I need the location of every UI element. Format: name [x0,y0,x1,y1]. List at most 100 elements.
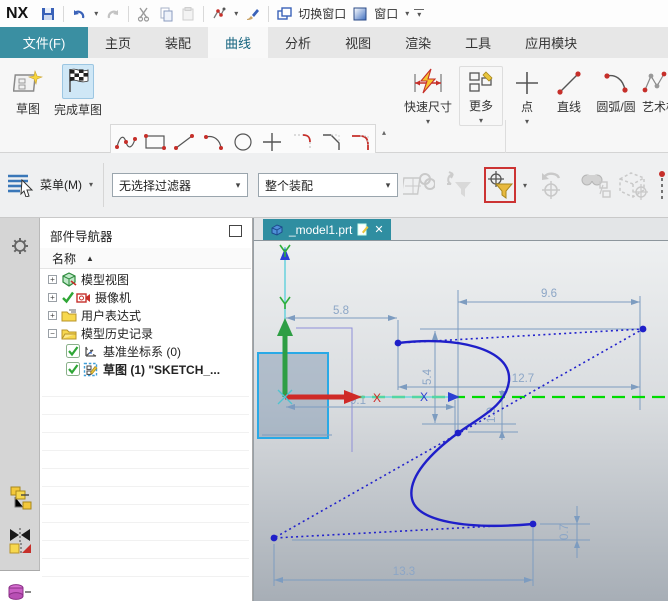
expander-icon[interactable]: + [48,274,57,284]
more-button[interactable]: 更多 ▾ [459,66,503,126]
part-tab[interactable]: _model1.prt ✕ [263,219,391,240]
window-button[interactable] [350,4,370,24]
selection-scope-combo[interactable]: 整个装配 ▾ [258,173,398,197]
tree-item-label: 基准坐标系 (0) [103,344,182,359]
expander-icon[interactable]: + [48,310,57,320]
studio-spline-button[interactable]: 艺术样条 [642,70,668,115]
rapid-dimension-button[interactable]: 快速尺寸 ▾ [400,68,456,126]
window-label[interactable]: 窗口 [374,5,398,22]
datum-point-button[interactable] [652,167,668,203]
snap-point-dropdown[interactable]: ▾ [231,9,241,18]
panel-float-button[interactable] [229,225,242,237]
gallery-up-arrow[interactable]: ▴ [382,128,386,137]
dimension-12-7[interactable]: 12.7 [512,373,534,385]
save-button[interactable] [38,4,58,24]
point-dropdown[interactable]: ▾ [522,117,532,126]
brush-icon [247,8,260,20]
spline-point-start[interactable] [394,339,402,347]
empty-row-line [42,450,249,451]
spline-point-3[interactable] [454,429,462,437]
customize-quick-access-dropdown[interactable]: ▾ [414,8,425,19]
tab-view[interactable]: 视图 [328,27,388,58]
menu-button[interactable]: 菜单(M) ▾ [6,171,96,197]
tree-item-datum-csys[interactable]: 基准坐标系 (0) [40,342,251,360]
arc-circle-button[interactable]: 圆弧/圆 [592,70,640,115]
tab-application[interactable]: 应用模块 [508,27,594,58]
sketch-canvas[interactable]: 5.8 9.6 12.7 5.4 9.1 1.9 0.7 13.3 X X [253,240,668,601]
switch-window-button[interactable] [274,4,294,24]
tree-item-cameras[interactable]: + 摄像机 [40,288,251,306]
tree-item-model-history[interactable]: − 模型历史记录 [40,324,251,342]
selection-scope-dropdown[interactable]: ▾ [379,180,397,191]
spline-point-end[interactable] [529,520,537,528]
rapid-dimension-dropdown[interactable]: ▾ [423,117,433,126]
tree-item-sketch[interactable]: 草图 (1) "SKETCH_... [40,360,251,378]
resource-bar-settings-button[interactable] [0,230,39,262]
finish-flag-icon [69,68,89,92]
tab-render[interactable]: 渲染 [388,27,448,58]
tree-item-user-expressions[interactable]: + 用户表达式 [40,306,251,324]
more-icon [469,71,493,92]
selection-filter-dropdown[interactable]: ▾ [229,180,247,191]
copy-button[interactable] [156,4,176,24]
redo-button[interactable] [103,4,123,24]
sketch-icon [13,69,43,92]
spline-point-4[interactable] [270,534,278,542]
save-icon [42,7,55,20]
dimension-5-4[interactable]: 5.4 [422,368,434,385]
dimension-5-8[interactable]: 5.8 [333,305,349,317]
spline-point-2[interactable] [639,325,647,333]
studio-spline-curve[interactable] [397,339,534,527]
undo-button[interactable] [69,4,89,24]
part-tab-title: _model1.prt [289,222,353,237]
navigator-column-header[interactable]: 名称 ▲ [40,248,251,269]
undo-dropdown[interactable]: ▾ [91,9,101,18]
tab-file[interactable]: 文件(F) [0,27,88,58]
nx-logo: NX [6,4,29,22]
undo-icon [73,9,85,18]
find-component-button[interactable] [578,167,612,203]
snap-point-filter-button[interactable] [484,167,516,203]
brush-button[interactable] [243,4,263,24]
cut-button[interactable] [134,4,154,24]
line-button[interactable]: 直线 [549,70,589,115]
dimension-13-3[interactable]: 13.3 [393,566,415,578]
part-navigator-button[interactable] [0,570,40,601]
checkbox-checked-icon[interactable] [66,344,80,358]
constraint-navigator-icon [9,528,31,554]
reset-orientation-button[interactable] [534,167,568,203]
constraint-navigator-button[interactable] [0,518,39,564]
tab-tools[interactable]: 工具 [448,27,508,58]
tab-home[interactable]: 主页 [88,27,148,58]
redo-icon [107,9,119,18]
window-icon [353,7,367,20]
dimension-9-6[interactable]: 9.6 [541,288,557,300]
selection-filter-combo[interactable]: 无选择过滤器 ▾ [112,173,248,197]
sketch-button[interactable]: 草图 [8,68,48,117]
tree-item-model-views[interactable]: + 模型视图 [40,270,251,288]
snap-point-button[interactable] [209,4,229,24]
tab-analysis[interactable]: 分析 [268,27,328,58]
collapser-icon[interactable]: − [48,328,57,338]
tab-curve[interactable]: 曲线 [208,27,269,58]
expander-icon[interactable]: + [48,292,57,302]
assembly-navigator-button[interactable] [0,476,39,522]
point-button[interactable]: 点 ▾ [510,70,544,126]
dimension-0-7[interactable]: 0.7 [559,524,571,540]
window-dropdown[interactable]: ▾ [402,9,412,18]
finish-sketch-button[interactable]: 完成草图 [52,64,104,118]
show-hide-button[interactable] [614,167,648,203]
paste-button[interactable] [178,4,198,24]
tab-assemblies[interactable]: 装配 [148,27,208,58]
snap-point-dropdown2[interactable]: ▾ [520,181,530,190]
checkbox-checked-icon[interactable] [66,362,80,376]
corner-icon [352,134,370,150]
switch-window-label[interactable]: 切换窗口 [298,5,346,22]
close-tab-button[interactable]: ✕ [374,223,383,236]
interior-selection-button[interactable] [442,167,476,203]
more-dropdown[interactable]: ▾ [476,116,486,125]
studio-spline-label: 艺术样条 [642,100,668,114]
highlight-related-button[interactable] [402,167,436,203]
rectangle-icon [143,133,166,150]
fillet-icon [293,133,311,150]
